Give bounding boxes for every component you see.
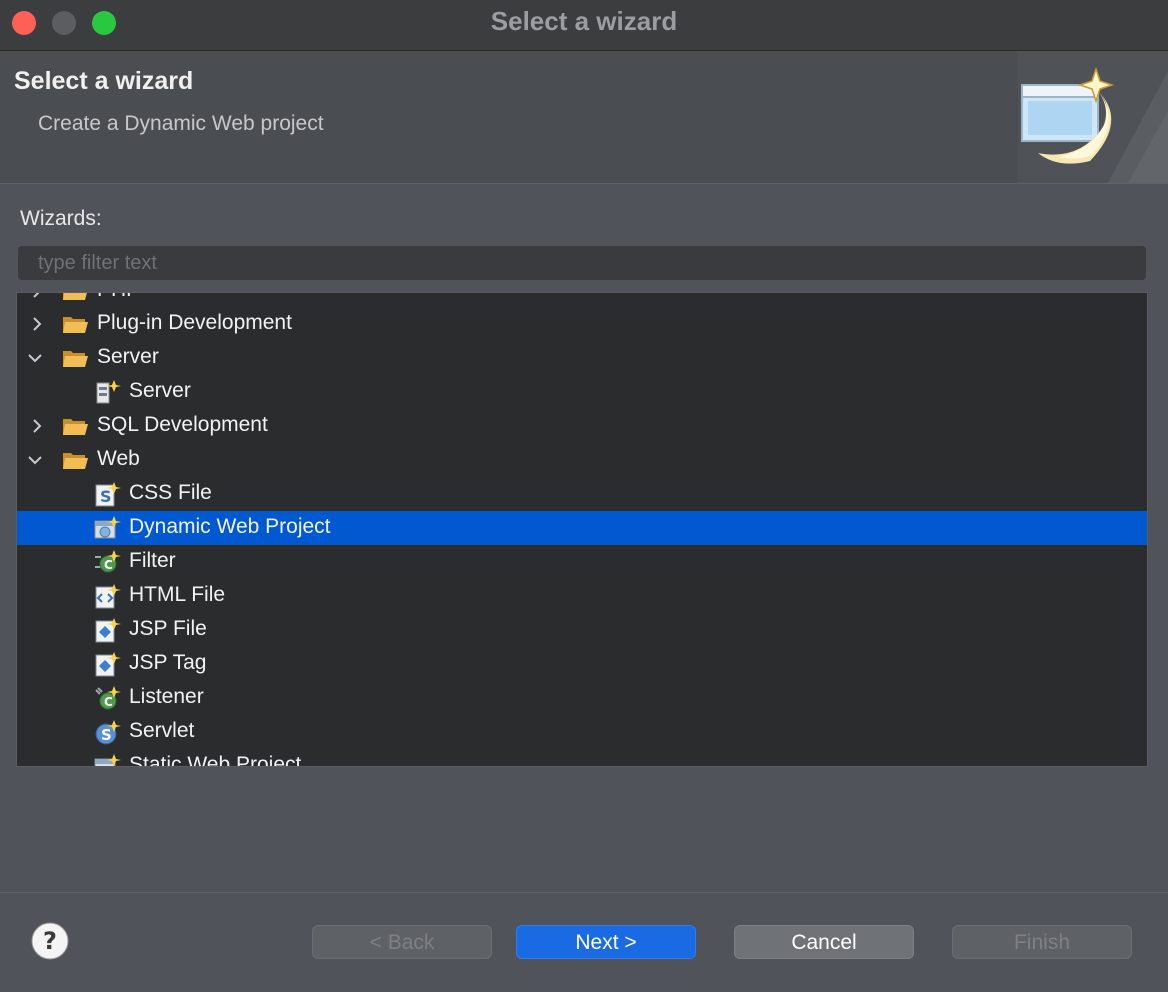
tree-item-label: HTML File bbox=[129, 583, 226, 606]
tree-item-plug-in-development[interactable]: Plug-in Development bbox=[17, 307, 1147, 341]
filter-input[interactable] bbox=[18, 246, 1146, 280]
svg-text:C: C bbox=[104, 558, 113, 572]
dynamic-web-project-icon bbox=[94, 516, 121, 539]
jsp-tag-icon bbox=[95, 652, 121, 677]
page-title: Select a wizard bbox=[14, 67, 194, 95]
folder-icon bbox=[63, 351, 88, 367]
tree-item-web-folder[interactable]: Web bbox=[17, 443, 1147, 477]
tree-item-filter[interactable]: C Filter bbox=[17, 545, 1147, 579]
chevron-right-icon[interactable] bbox=[27, 416, 47, 436]
static-web-project-icon bbox=[94, 754, 121, 766]
window-title: Select a wizard bbox=[490, 6, 678, 36]
chevron-down-icon[interactable] bbox=[25, 348, 45, 368]
svg-text:S: S bbox=[101, 726, 112, 744]
tree-item-label: Servlet bbox=[129, 719, 195, 742]
tree-item-label: Dynamic Web Project bbox=[129, 515, 331, 538]
page-subtitle: Create a Dynamic Web project bbox=[38, 112, 324, 135]
title-bar: Select a wizard bbox=[0, 0, 1168, 51]
wizard-dialog: Select a wizard Select a wizard Create a… bbox=[0, 0, 1168, 992]
tree-item-label: SQL Development bbox=[97, 413, 268, 436]
back-button[interactable]: < Back bbox=[312, 925, 492, 959]
servlet-icon: S bbox=[95, 720, 121, 745]
tree-item-html-file[interactable]: HTML File bbox=[17, 579, 1147, 613]
folder-icon bbox=[63, 419, 88, 435]
wizards-label: Wizards: bbox=[20, 207, 102, 230]
tree-item-label: JSP Tag bbox=[129, 651, 207, 674]
tree-item-jsp-tag[interactable]: JSP Tag bbox=[17, 647, 1147, 681]
filter-class-icon: C bbox=[95, 550, 121, 573]
chevron-down-icon[interactable] bbox=[25, 450, 45, 470]
tree-item-label: Listener bbox=[129, 685, 204, 708]
svg-text:?: ? bbox=[43, 927, 57, 955]
wizard-header: Select a wizard Create a Dynamic Web pro… bbox=[0, 51, 1168, 184]
tree-item-label: Filter bbox=[129, 549, 176, 572]
tree-item-label: PHP bbox=[97, 293, 140, 302]
tree-item-dynamic-web-project[interactable]: Dynamic Web Project bbox=[17, 511, 1147, 545]
tree-item-label: CSS File bbox=[129, 481, 212, 504]
chevron-right-icon[interactable] bbox=[27, 292, 47, 301]
css-file-icon: S bbox=[95, 482, 121, 507]
cancel-button[interactable]: Cancel bbox=[734, 925, 914, 959]
tree-item-php[interactable]: PHP bbox=[17, 292, 1147, 308]
svg-text:S: S bbox=[100, 487, 112, 506]
tree-item-static-web-project[interactable]: Static Web Project bbox=[17, 749, 1147, 767]
jsp-file-icon bbox=[95, 618, 121, 643]
wizard-banner-icon bbox=[1018, 51, 1168, 183]
tree-item-sql-development[interactable]: SQL Development bbox=[17, 409, 1147, 443]
finish-button[interactable]: Finish bbox=[952, 925, 1132, 959]
tree-item-label: Static Web Project bbox=[129, 753, 302, 767]
html-file-icon bbox=[95, 584, 121, 609]
tree-item-label: JSP File bbox=[129, 617, 207, 640]
tree-item-jsp-file[interactable]: JSP File bbox=[17, 613, 1147, 647]
next-button[interactable]: Next > bbox=[516, 925, 696, 959]
tree-item-label: Web bbox=[97, 447, 140, 470]
tree-item-servlet[interactable]: S Servlet bbox=[17, 715, 1147, 749]
tree-item-label: Server bbox=[129, 379, 191, 402]
listener-class-icon: C bbox=[95, 686, 121, 710]
tree-item-css-file[interactable]: S CSS File bbox=[17, 477, 1147, 511]
wizard-tree[interactable]: PHP Plug-in Development Server Server SQ… bbox=[16, 292, 1148, 767]
tree-item-listener[interactable]: C Listener bbox=[17, 681, 1147, 715]
chevron-right-icon[interactable] bbox=[27, 314, 47, 334]
folder-icon bbox=[63, 293, 87, 300]
tree-item-label: Plug-in Development bbox=[97, 311, 292, 334]
tree-item-server-folder[interactable]: Server bbox=[17, 341, 1147, 375]
svg-text:C: C bbox=[104, 695, 113, 709]
tree-item-label: Server bbox=[97, 345, 159, 368]
footer-divider bbox=[0, 892, 1168, 893]
help-icon[interactable]: ? bbox=[31, 922, 69, 960]
server-wizard-icon bbox=[96, 380, 121, 404]
folder-icon bbox=[63, 453, 88, 469]
tree-item-server[interactable]: Server bbox=[17, 375, 1147, 409]
folder-icon bbox=[63, 317, 88, 333]
